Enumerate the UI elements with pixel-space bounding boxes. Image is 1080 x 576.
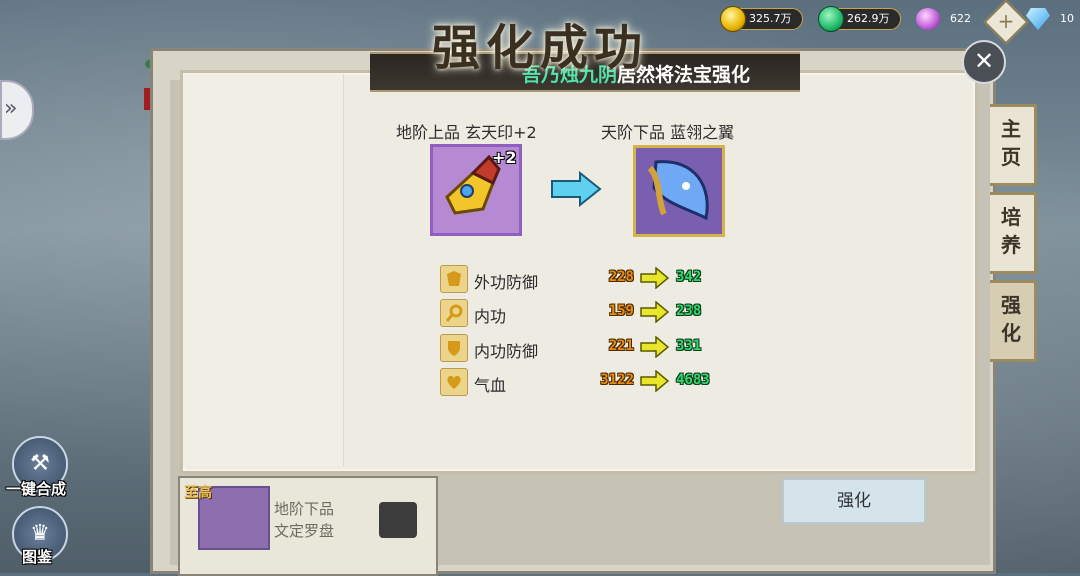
stat-arrow-icon [640, 267, 670, 289]
item-title: 文定罗盘 [274, 522, 335, 540]
codex-label: 图鉴 [22, 548, 53, 566]
target-item-name: 天阶下品 蓝翎之翼 [601, 123, 735, 142]
armor-icon [440, 265, 468, 293]
heart-icon [440, 368, 468, 396]
popup-side-strip [183, 74, 344, 466]
close-button[interactable]: ✕ [962, 40, 1006, 84]
stat-new-value: 342 [676, 269, 702, 285]
stat-label: 内功防御 [474, 342, 539, 361]
stat-old-value: 221 [608, 338, 634, 354]
tab-home-label: 主页 [1001, 117, 1021, 169]
page-title: 强化成功 [432, 20, 649, 76]
gold-counter: 325.7万 [720, 6, 803, 32]
merge-label: 一键合成 [6, 480, 67, 498]
tab-cultivate[interactable]: 培养 [990, 192, 1037, 274]
stat-new-value: 331 [676, 338, 702, 354]
stat-arrow-icon [640, 336, 670, 358]
stat-arrow-icon [640, 301, 670, 323]
tab-strengthen-label: 强化 [1001, 293, 1021, 345]
spirit-ball-icon [916, 8, 940, 30]
ball-value: 622 [950, 12, 971, 25]
stat-label: 气血 [474, 376, 507, 395]
diamond-value: 10 [1060, 12, 1074, 25]
stat-new-value: 4683 [676, 372, 710, 388]
gold-coin-icon [720, 6, 746, 32]
stat-arrow-icon [640, 370, 670, 392]
double-chevron-icon: » [4, 96, 18, 121]
jade-gem-icon [818, 6, 844, 32]
stat-label: 内功 [474, 307, 507, 326]
target-item-icon [633, 145, 725, 237]
stat-old-value: 3122 [600, 372, 634, 388]
tab-cultivate-label: 培养 [1001, 205, 1021, 257]
item-grade: 地阶下品 [274, 500, 335, 518]
item-slot-box [379, 502, 417, 538]
plus-icon: + [997, 9, 1015, 33]
magic-icon [440, 299, 468, 327]
strengthen-button[interactable]: 强化 [782, 478, 926, 524]
source-item-name: 地阶上品 玄天印+2 [396, 123, 537, 142]
shield-icon [440, 334, 468, 362]
stat-old-value: 159 [608, 303, 634, 319]
tab-home[interactable]: 主页 [990, 104, 1037, 186]
rarity-tag: 至高 [184, 485, 212, 501]
stat-old-value: 228 [608, 269, 634, 285]
stat-new-value: 238 [676, 303, 702, 319]
level-badge: +2 [492, 148, 517, 167]
transform-arrow-icon [551, 171, 602, 207]
jade-counter: 262.9万 [818, 6, 901, 32]
tab-strengthen[interactable]: 强化 [990, 280, 1037, 362]
stat-label: 外功防御 [474, 273, 539, 292]
close-icon: ✕ [973, 47, 995, 75]
